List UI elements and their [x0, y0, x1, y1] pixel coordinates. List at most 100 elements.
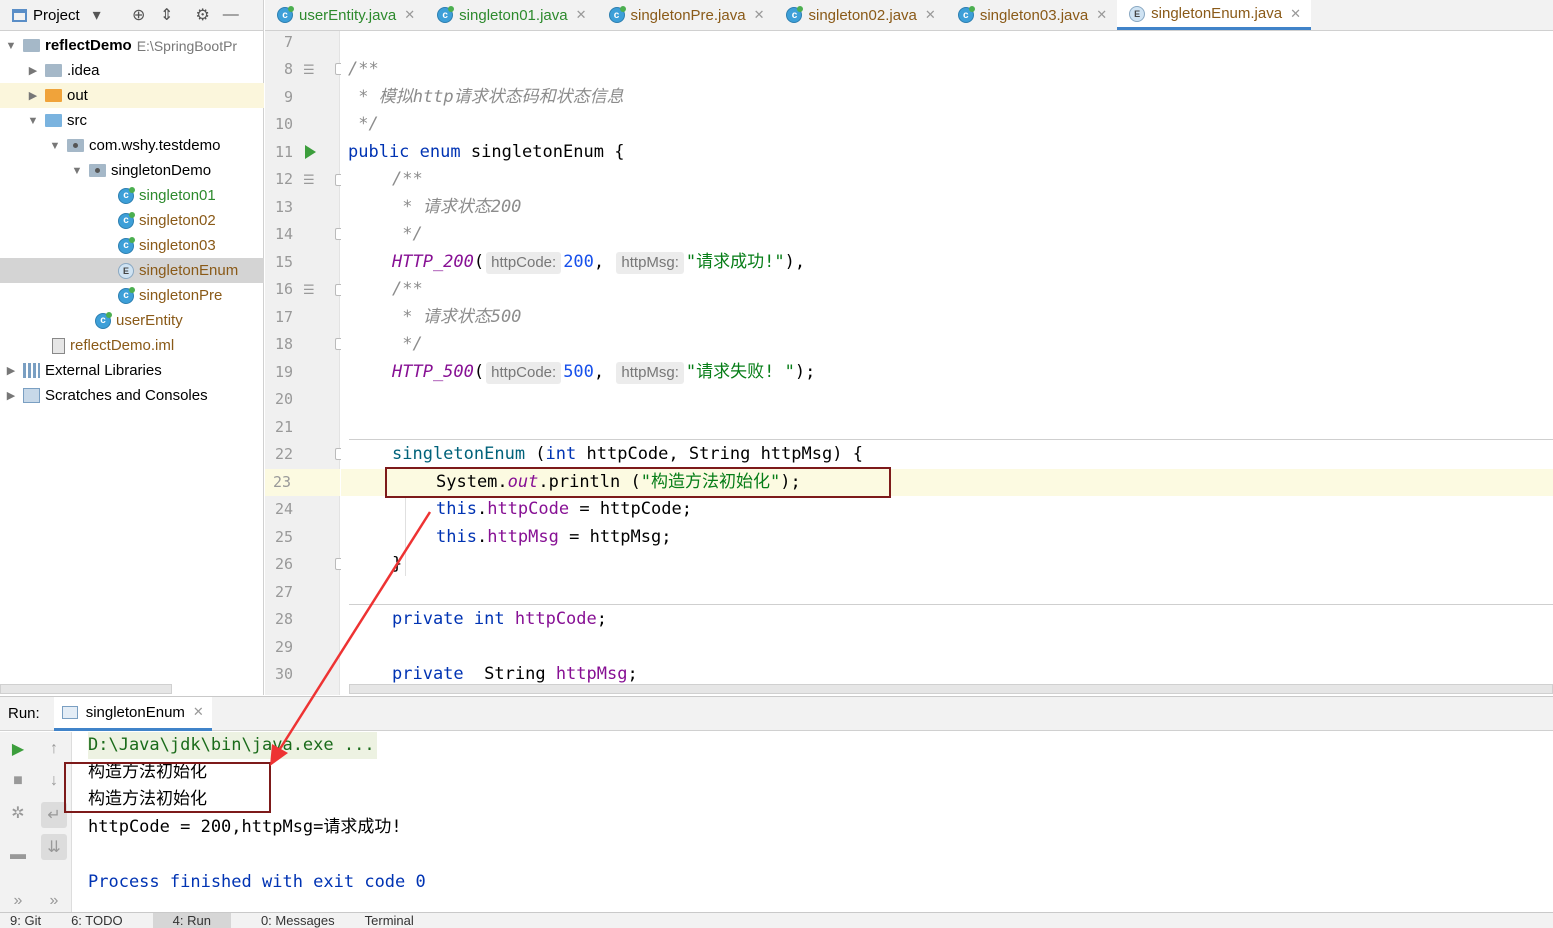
project-tree: ▼ reflectDemo E:\SpringBootPr ▶ .idea ▶ … [0, 31, 264, 695]
chevron-right-icon[interactable]: ▶ [26, 64, 40, 77]
tool-window-messages[interactable]: 0: Messages [261, 913, 335, 928]
close-icon[interactable]: ✕ [754, 7, 765, 23]
code-line: this.httpMsg = httpMsg; [436, 527, 672, 547]
line-number: 13 [274, 198, 293, 216]
console-line: D:\Java\jdk\bin\java.exe ... [88, 732, 377, 759]
indent-guide [405, 496, 406, 576]
tab-singleton02[interactable]: c singleton02.java ✕ [774, 0, 945, 30]
chevron-right-icon[interactable]: ▶ [4, 389, 18, 402]
tree-item-singleton01[interactable]: c singleton01 [118, 183, 216, 208]
collapse-all-icon[interactable]: ⇕ [156, 5, 178, 25]
line-number: 22 [274, 445, 293, 463]
class-icon: c [95, 311, 112, 329]
project-icon [12, 8, 27, 22]
annotation-box-output [64, 762, 271, 813]
class-icon: c [608, 6, 626, 23]
tree-item-singletonenum[interactable]: E singletonEnum [0, 258, 264, 283]
project-view-selector[interactable]: Project [33, 7, 80, 24]
tab-singletonenum[interactable]: E singletonEnum.java ✕ [1117, 0, 1311, 30]
close-icon[interactable]: ✕ [404, 7, 415, 23]
chevron-down-icon[interactable]: ▼ [70, 165, 84, 177]
tool-window-todo[interactable]: 6: TODO [71, 913, 123, 928]
tree-item-singleton03[interactable]: c singleton03 [118, 233, 216, 258]
editor-gutter: 7 8 9 10 11 12 13 14 15 16 17 18 19 20 2… [265, 31, 345, 695]
method-separator [349, 604, 1553, 605]
run-panel-header: Run: singletonEnum ✕ [0, 696, 1553, 731]
code-line: * 模拟http请求状态码和状态信息 [348, 87, 624, 107]
tree-item-iml[interactable]: reflectDemo.iml [52, 333, 174, 358]
tree-item-singleton02[interactable]: c singleton02 [118, 208, 216, 233]
console-line: httpCode = 200,httpMsg=请求成功! [88, 817, 402, 837]
close-icon[interactable]: ✕ [1290, 6, 1301, 22]
chevron-right-icon[interactable]: ▶ [4, 364, 18, 377]
scratches-icon [23, 388, 40, 403]
line-number: 14 [274, 225, 293, 243]
param-hint: httpCode: [486, 252, 562, 274]
line-number: 28 [274, 610, 293, 628]
tree-item-idea[interactable]: ▶ .idea [26, 58, 100, 83]
tool-window-run[interactable]: 4: Run [152, 913, 231, 928]
tool-window-git[interactable]: 9: Git [10, 913, 41, 928]
tree-item-external-libraries[interactable]: ▶ External Libraries [4, 358, 162, 383]
tree-item-userentity[interactable]: c userEntity [95, 308, 183, 333]
folder-icon [45, 89, 62, 102]
run-toolbar: ▶ ■ ✲ ▬ » ↑ ↓ ↵ ⇊ » [0, 732, 72, 912]
chevron-right-icon[interactable]: ▶ [26, 89, 40, 102]
stop-icon[interactable]: ■ [5, 768, 31, 794]
tree-item-scratches[interactable]: ▶ Scratches and Consoles [4, 383, 208, 408]
tree-item-singletondemo[interactable]: ▼ singletonDemo [70, 158, 212, 183]
debug-icon[interactable]: ✲ [5, 800, 31, 826]
class-icon: c [786, 6, 804, 23]
close-icon[interactable]: ✕ [1096, 7, 1107, 23]
tool-window-terminal[interactable]: Terminal [365, 913, 414, 928]
locate-icon[interactable]: ⊕ [128, 5, 150, 25]
console-line: Process finished with exit code 0 [88, 872, 426, 892]
chevron-down-icon[interactable]: ▾ [86, 5, 108, 25]
line-number: 26 [274, 555, 293, 573]
console-output[interactable]: D:\Java\jdk\bin\java.exe ... 构造方法初始化 构造方… [73, 732, 1553, 912]
tree-item-singletonpre[interactable]: c singletonPre [118, 283, 222, 308]
tree-item-out[interactable]: ▶ out [0, 83, 264, 108]
code-line: * 请求状态500 [392, 307, 522, 327]
chevron-down-icon[interactable]: ▼ [26, 115, 40, 127]
run-gutter-icon[interactable] [305, 145, 316, 159]
editor-horizontal-scrollbar[interactable] [349, 684, 1553, 694]
rerun-icon[interactable]: ▶ [5, 736, 31, 762]
code-line: HTTP_500(httpCode: 500, httpMsg: "请求失败! ")… [392, 362, 816, 384]
line-number: 7 [283, 33, 293, 51]
close-icon[interactable]: ✕ [193, 704, 204, 720]
close-icon[interactable]: ✕ [925, 7, 936, 23]
line-number: 21 [274, 418, 293, 436]
enum-icon: E [118, 262, 134, 279]
more-icon[interactable]: » [5, 888, 31, 914]
gear-icon[interactable]: ⚙ [192, 5, 214, 25]
close-icon[interactable]: ✕ [576, 7, 587, 23]
up-arrow-icon[interactable]: ↑ [41, 736, 67, 762]
run-tab-singletonenum[interactable]: singletonEnum ✕ [53, 696, 212, 731]
scroll-to-end-icon[interactable]: ⇊ [41, 834, 67, 860]
doc-comment-icon[interactable]: ☰ [303, 56, 315, 83]
tab-singleton01[interactable]: c singleton01.java ✕ [425, 0, 596, 30]
chevron-down-icon[interactable]: ▼ [48, 140, 62, 152]
param-hint: httpCode: [486, 362, 562, 384]
code-editor[interactable]: /** * 模拟http请求状态码和状态信息 */ public enum si… [341, 31, 1553, 695]
line-number: 24 [274, 500, 293, 518]
doc-comment-icon[interactable]: ☰ [303, 166, 315, 193]
tree-horizontal-scrollbar[interactable] [0, 684, 172, 694]
tree-item-src[interactable]: ▼ src [26, 108, 87, 133]
more-icon[interactable]: » [41, 888, 67, 914]
annotation-box-code [385, 467, 891, 498]
tab-singleton03[interactable]: c singleton03.java ✕ [946, 0, 1117, 30]
code-line: */ [348, 114, 379, 134]
hide-panel-icon[interactable]: — [220, 6, 242, 24]
tree-item-package[interactable]: ▼ com.wshy.testdemo [48, 133, 221, 158]
doc-comment-icon[interactable]: ☰ [303, 276, 315, 303]
iml-file-icon [52, 337, 65, 354]
line-number: 12 [274, 170, 293, 188]
layout-icon[interactable]: ▬ [5, 842, 31, 868]
chevron-down-icon[interactable]: ▼ [4, 40, 18, 52]
tab-singletonpre[interactable]: c singletonPre.java ✕ [597, 0, 775, 30]
tree-item-reflectdemo[interactable]: ▼ reflectDemo E:\SpringBootPr [4, 33, 238, 58]
class-icon: c [118, 211, 135, 229]
tab-userentity[interactable]: c userEntity.java ✕ [265, 0, 425, 30]
